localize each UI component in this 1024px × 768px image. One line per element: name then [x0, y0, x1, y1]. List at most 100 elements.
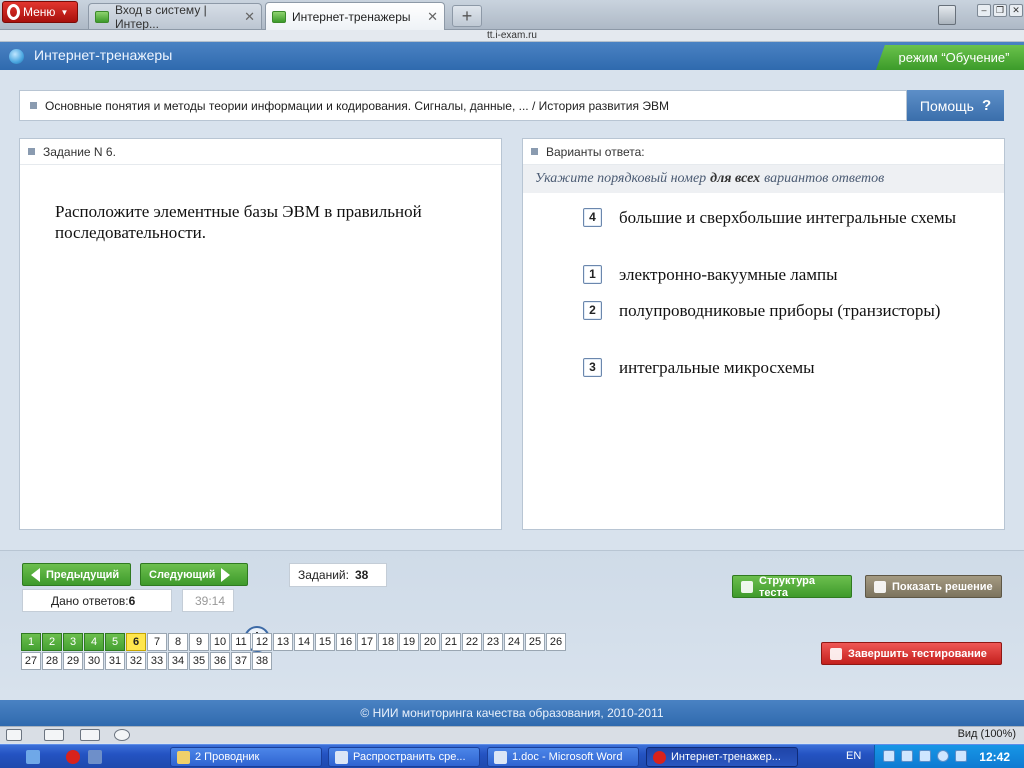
question-grid-cell[interactable]: 35	[189, 652, 209, 670]
minimize-icon[interactable]: –	[977, 4, 991, 17]
question-grid-cell[interactable]: 25	[525, 633, 545, 651]
order-number-input[interactable]: 3	[583, 358, 602, 377]
question-grid-cell[interactable]: 34	[168, 652, 188, 670]
tray-app-icon[interactable]	[955, 750, 967, 762]
next-button[interactable]: Следующий	[140, 563, 248, 586]
windows-taskbar: 2 Проводник Распространить сре... 1.doc …	[0, 744, 1024, 768]
question-grid-cell[interactable]: 11	[231, 633, 251, 651]
opera-menu-label: Меню	[23, 5, 56, 19]
question-grid-cell[interactable]: 3	[63, 633, 83, 651]
question-grid-cell[interactable]: 17	[357, 633, 377, 651]
question-grid-cell[interactable]: 13	[273, 633, 293, 651]
answer-heading: Варианты ответа:	[546, 144, 645, 159]
test-structure-button[interactable]: Структура теста	[732, 575, 852, 599]
question-grid-cell[interactable]: 2	[42, 633, 62, 651]
panel-toggle-icon[interactable]	[6, 729, 22, 741]
question-mark-icon: ?	[981, 97, 992, 114]
network-icon[interactable]	[901, 750, 913, 762]
tab-trainers[interactable]: Интернет-тренажеры ✕	[265, 2, 445, 30]
taskbar-item-opera[interactable]: Интернет-тренажер...	[646, 747, 798, 767]
browser-tab-bar: Меню ▼ Вход в систему | Интер... ✕ Интер…	[0, 0, 1024, 31]
question-grid-cell[interactable]: 23	[483, 633, 503, 651]
question-grid-cell[interactable]: 5	[105, 633, 125, 651]
windows-flag-icon[interactable]	[26, 750, 40, 764]
address-bar[interactable]: tt.i-exam.ru	[0, 30, 1024, 42]
question-grid-cell[interactable]: 8	[168, 633, 188, 651]
question-grid-cell[interactable]: 29	[63, 652, 83, 670]
globe-icon	[9, 49, 24, 64]
question-grid-cell[interactable]: 22	[462, 633, 482, 651]
question-grid-cell[interactable]: 7	[147, 633, 167, 651]
help-label: Помощь	[919, 97, 974, 114]
trash-icon[interactable]	[938, 5, 956, 25]
question-grid-cell[interactable]: 21	[441, 633, 461, 651]
question-grid-cell[interactable]: 10	[210, 633, 230, 651]
answer-panel: Варианты ответа: Укажите порядковый номе…	[522, 138, 1005, 530]
option-text: интегральные микросхемы	[619, 358, 815, 377]
question-grid-cell[interactable]: 4	[84, 633, 104, 651]
question-grid-cell[interactable]: 20	[420, 633, 440, 651]
question-grid-cell[interactable]: 31	[105, 652, 125, 670]
chevron-down-icon: ▼	[60, 7, 69, 17]
timer: 39:14	[182, 589, 234, 612]
tray-status-icon[interactable]	[937, 750, 949, 762]
order-number-input[interactable]: 1	[583, 265, 602, 284]
new-tab-button[interactable]: +	[452, 5, 482, 27]
close-icon[interactable]: ✕	[427, 9, 438, 25]
question-grid-cell[interactable]: 30	[84, 652, 104, 670]
volume-icon[interactable]	[919, 750, 931, 762]
option-text: большие и сверхбольшие интегральные схем…	[619, 208, 957, 227]
word-icon	[494, 750, 507, 764]
close-window-icon[interactable]: ✕	[1009, 4, 1023, 17]
tasks-label: Заданий:	[298, 568, 349, 582]
arrow-right-icon	[221, 567, 231, 582]
question-grid-cell[interactable]: 6	[126, 633, 146, 651]
bullet-square-icon	[531, 148, 538, 155]
question-grid-cell[interactable]: 32	[126, 652, 146, 670]
question-grid-row: 1 2 3 4 5 6 7 8 9 10 11 12 13 14 15 16 17 18 19 20 21 22 23 24 2…	[21, 633, 567, 651]
question-grid-cell[interactable]: 28	[42, 652, 62, 670]
sync-icon[interactable]	[44, 729, 64, 741]
question-grid-cell[interactable]: 19	[399, 633, 419, 651]
question-grid-cell[interactable]: 9	[189, 633, 209, 651]
opera-icon[interactable]	[66, 750, 80, 764]
question-grid-cell[interactable]: 27	[21, 652, 41, 670]
taskbar-item-word[interactable]: 1.doc - Microsoft Word	[487, 747, 639, 767]
unite-icon[interactable]	[80, 729, 100, 741]
opera-menu-button[interactable]: Меню ▼	[2, 1, 78, 23]
language-indicator[interactable]: EN	[846, 750, 861, 762]
order-number-input[interactable]: 4	[583, 208, 602, 227]
question-grid-cell[interactable]: 26	[546, 633, 566, 651]
system-tray: 12:42	[874, 745, 1024, 768]
close-icon[interactable]: ✕	[244, 9, 255, 25]
question-grid-cell[interactable]: 38	[252, 652, 272, 670]
question-grid-cell[interactable]: 33	[147, 652, 167, 670]
question-grid-cell[interactable]: 37	[231, 652, 251, 670]
answer-option: 1 электронно-вакуумные лампы	[583, 264, 963, 285]
tab-login[interactable]: Вход в систему | Интер... ✕	[88, 3, 262, 31]
prev-button[interactable]: Предыдущий	[22, 563, 131, 586]
navigation-area: Предыдущий Следующий Заданий: 38 Дано от…	[0, 550, 1024, 700]
question-grid-cell[interactable]: 18	[378, 633, 398, 651]
question-grid-cell[interactable]: 1	[21, 633, 41, 651]
order-number-input[interactable]: 2	[583, 301, 602, 320]
show-solution-button[interactable]: Показать решение	[865, 575, 1002, 598]
turbo-icon[interactable]	[114, 729, 130, 741]
question-panel: Задание N 6. Расположите элементные базы…	[19, 138, 502, 530]
taskbar-item-explorer[interactable]: 2 Проводник	[170, 747, 322, 767]
answered-label: Дано ответов:	[51, 593, 129, 608]
question-grid-cell[interactable]: 14	[294, 633, 314, 651]
zoom-level[interactable]: Вид (100%)	[958, 728, 1016, 740]
question-grid-cell[interactable]: 12	[252, 633, 272, 651]
tray-app-icon[interactable]	[883, 750, 895, 762]
help-button[interactable]: Помощь ?	[907, 90, 1004, 121]
question-grid-cell[interactable]: 16	[336, 633, 356, 651]
question-grid-cell[interactable]: 24	[504, 633, 524, 651]
taskbar-item-label: Интернет-тренажер...	[671, 751, 781, 763]
finish-test-button[interactable]: Завершить тестирование	[821, 642, 1002, 665]
quicklaunch-icon[interactable]	[88, 750, 102, 764]
restore-icon[interactable]: ❐	[993, 4, 1007, 17]
question-grid-cell[interactable]: 36	[210, 652, 230, 670]
taskbar-item-doc[interactable]: Распространить сре...	[328, 747, 480, 767]
question-grid-cell[interactable]: 15	[315, 633, 335, 651]
